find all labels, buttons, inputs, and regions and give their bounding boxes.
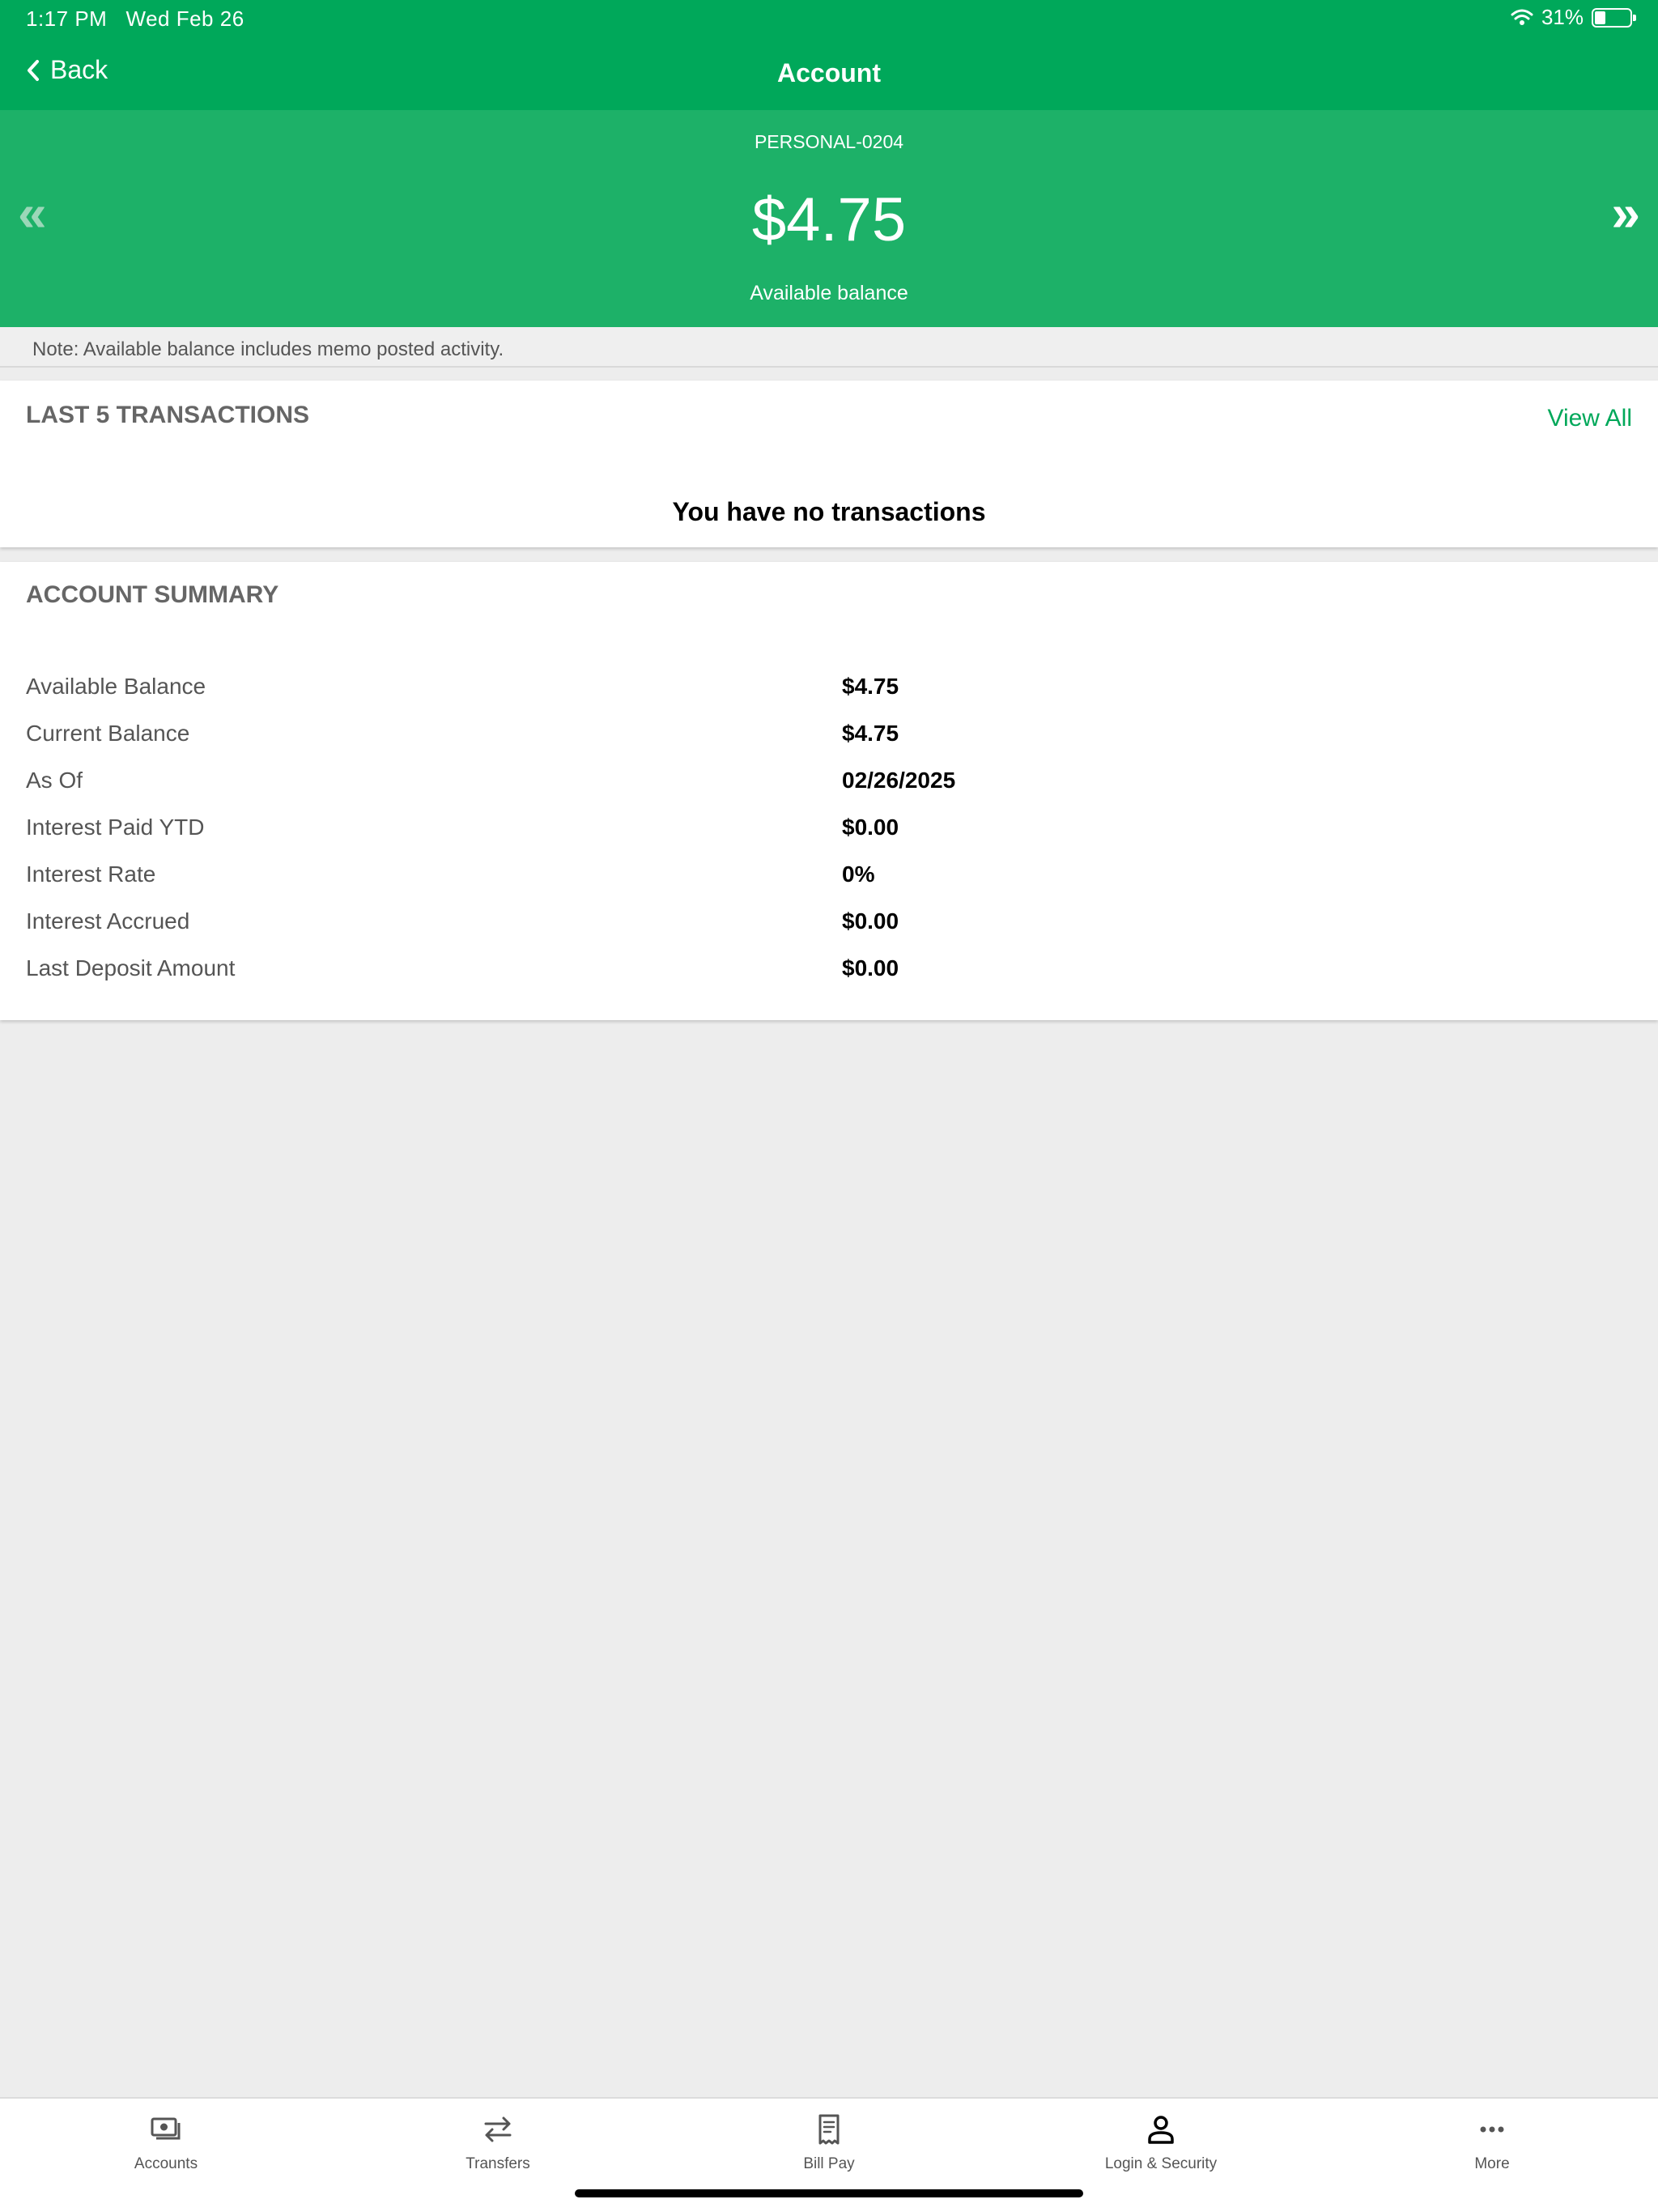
more-icon <box>1480 2126 1504 2133</box>
summary-row-interest-rate: Interest Rate 0% <box>0 861 1658 894</box>
status-time: 1:17 PM Wed Feb 26 <box>26 6 244 32</box>
home-indicator[interactable] <box>575 2189 1083 2197</box>
summary-value: $4.75 <box>842 674 899 699</box>
accounts-icon <box>151 2117 181 2140</box>
summary-value: 0% <box>842 861 875 887</box>
summary-row-available-balance: Available Balance $4.75 <box>0 674 1658 706</box>
summary-row-current-balance: Current Balance $4.75 <box>0 721 1658 753</box>
summary-label: Available Balance <box>26 674 206 699</box>
summary-row-interest-accrued: Interest Accrued $0.00 <box>0 908 1658 941</box>
transactions-title: LAST 5 TRANSACTIONS <box>26 402 310 428</box>
login-security-icon <box>1148 2116 1174 2144</box>
summary-value: $4.75 <box>842 721 899 746</box>
account-summary-card: ACCOUNT SUMMARY Available Balance $4.75 … <box>0 562 1658 1020</box>
summary-label: Interest Accrued <box>26 908 190 934</box>
summary-label: Interest Rate <box>26 861 156 887</box>
balance-note: Note: Available balance includes memo po… <box>0 327 1658 368</box>
balance-panel: « PERSONAL-0204 $4.75 Available balance … <box>0 110 1658 327</box>
next-account-button[interactable]: » <box>1611 183 1640 243</box>
status-date: Wed Feb 26 <box>125 6 244 31</box>
transactions-card: LAST 5 TRANSACTIONS View All You have no… <box>0 381 1658 547</box>
tab-accounts[interactable]: Accounts <box>0 2099 332 2188</box>
battery-fill <box>1595 11 1605 24</box>
summary-label: Current Balance <box>26 721 190 746</box>
nav-bar: Back Account <box>0 39 1658 110</box>
summary-label: As Of <box>26 768 83 793</box>
tab-label: Accounts <box>134 2155 198 2172</box>
summary-value: $0.00 <box>842 815 899 840</box>
account-id: PERSONAL-0204 <box>754 131 904 152</box>
wifi-icon <box>1511 9 1533 25</box>
transfers-icon <box>484 2116 512 2142</box>
summary-row-as-of: As Of 02/26/2025 <box>0 768 1658 800</box>
summary-label: Last Deposit Amount <box>26 955 236 981</box>
no-transactions-message: You have no transactions <box>672 497 986 526</box>
summary-value: $0.00 <box>842 955 899 981</box>
summary-title: ACCOUNT SUMMARY <box>26 581 279 608</box>
summary-value: 02/26/2025 <box>842 768 956 793</box>
tab-bill-pay[interactable]: Bill Pay <box>663 2099 995 2188</box>
tab-login-security[interactable]: Login & Security <box>995 2099 1327 2188</box>
tab-more[interactable]: More <box>1326 2099 1658 2188</box>
summary-value: $0.00 <box>842 908 899 934</box>
bill-pay-icon <box>818 2114 840 2145</box>
balance-note-text: Note: Available balance includes memo po… <box>32 338 504 360</box>
view-all-link[interactable]: View All <box>1547 405 1632 432</box>
status-time-value: 1:17 PM <box>26 6 108 31</box>
battery-icon <box>1592 7 1636 28</box>
battery-percent: 31% <box>1541 5 1584 29</box>
status-indicators: 31% <box>1511 5 1636 30</box>
balance-amount: $4.75 <box>751 185 907 254</box>
summary-label: Interest Paid YTD <box>26 815 205 840</box>
tab-transfers[interactable]: Transfers <box>332 2099 664 2188</box>
tab-label: Login & Security <box>1104 2155 1218 2172</box>
tab-label: Transfers <box>466 2155 530 2172</box>
status-bar: 1:17 PM Wed Feb 26 31% <box>0 0 1658 39</box>
tab-label: Bill Pay <box>803 2155 855 2172</box>
summary-row-last-deposit-amount: Last Deposit Amount $0.00 <box>0 955 1658 988</box>
balance-label: Available balance <box>750 282 908 304</box>
tab-label: More <box>1474 2155 1510 2172</box>
summary-row-interest-paid-ytd: Interest Paid YTD $0.00 <box>0 815 1658 847</box>
page-title: Account <box>777 58 881 87</box>
